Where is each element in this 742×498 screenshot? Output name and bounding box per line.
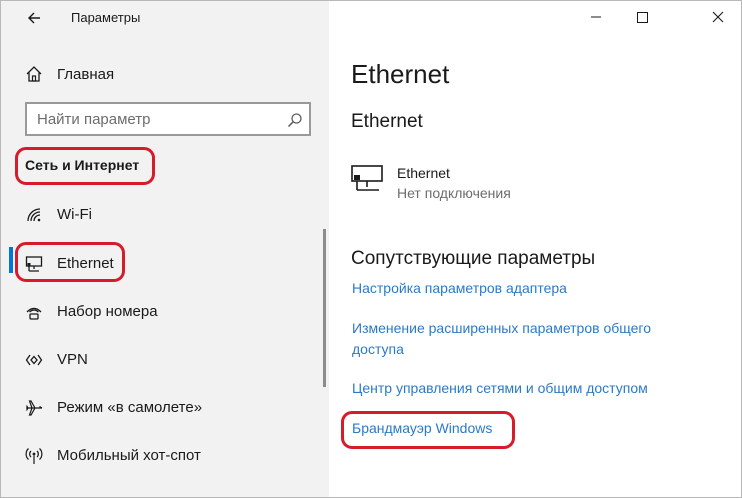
sidebar: Параметры Главная Сеть и Интернет [1, 1, 329, 497]
window-title: Параметры [71, 10, 141, 25]
sidebar-item-label: Набор номера [57, 303, 158, 320]
minimize-button[interactable] [573, 1, 619, 33]
close-button[interactable] [695, 1, 741, 33]
minimize-icon [591, 16, 601, 18]
sidebar-item-label: Главная [57, 66, 115, 83]
back-button[interactable] [23, 7, 45, 29]
wifi-icon [27, 208, 41, 222]
search-input[interactable] [37, 110, 277, 128]
sidebar-item-vpn[interactable]: VPN [1, 340, 329, 380]
link-network-center[interactable]: Центр управления сетями и общим доступом [352, 378, 648, 399]
connection-status: Нет подключения [397, 185, 511, 201]
vpn-icon [25, 354, 43, 366]
hotspot-icon [25, 448, 43, 464]
ethernet-adapter-icon [351, 165, 383, 191]
search-box[interactable] [25, 102, 311, 136]
home-icon [26, 66, 42, 82]
highlight-outline-section [15, 147, 155, 185]
sidebar-item-label: Режим «в самолете» [57, 399, 203, 416]
highlight-outline-ethernet [15, 242, 125, 282]
connection-name: Ethernet [397, 165, 450, 181]
related-settings-title: Сопутствующие параметры [351, 248, 596, 269]
settings-window: Параметры Главная Сеть и Интернет [0, 0, 742, 498]
sidebar-item-label: Мобильный хот-спот [57, 447, 201, 464]
airplane-icon [25, 400, 43, 416]
maximize-icon [637, 12, 648, 23]
sidebar-item-dialup[interactable]: Набор номера [1, 292, 329, 332]
sidebar-item-label: VPN [57, 351, 88, 368]
sidebar-item-home[interactable]: Главная [1, 54, 329, 94]
sidebar-scrollbar[interactable] [323, 229, 326, 387]
sidebar-item-hotspot[interactable]: Мобильный хот-спот [1, 436, 329, 476]
search-icon[interactable] [287, 112, 303, 128]
back-arrow-icon [28, 12, 40, 24]
main-content: Ethernet Ethernet Ethernet Нет подключен… [329, 1, 741, 497]
link-adapter-settings[interactable]: Настройка параметров адаптера [352, 278, 567, 299]
close-icon [712, 11, 724, 23]
dialup-icon [26, 307, 42, 320]
page-title: Ethernet [351, 59, 450, 89]
sidebar-item-label: Wi-Fi [57, 206, 92, 223]
sidebar-item-airplane[interactable]: Режим «в самолете» [1, 388, 329, 428]
link-advanced-sharing[interactable]: Изменение расширенных параметров общего … [352, 318, 692, 360]
section-title: Ethernet [351, 111, 423, 132]
maximize-button[interactable] [619, 1, 665, 33]
sidebar-item-wifi[interactable]: Wi-Fi [1, 195, 329, 235]
highlight-outline-firewall [341, 411, 515, 449]
